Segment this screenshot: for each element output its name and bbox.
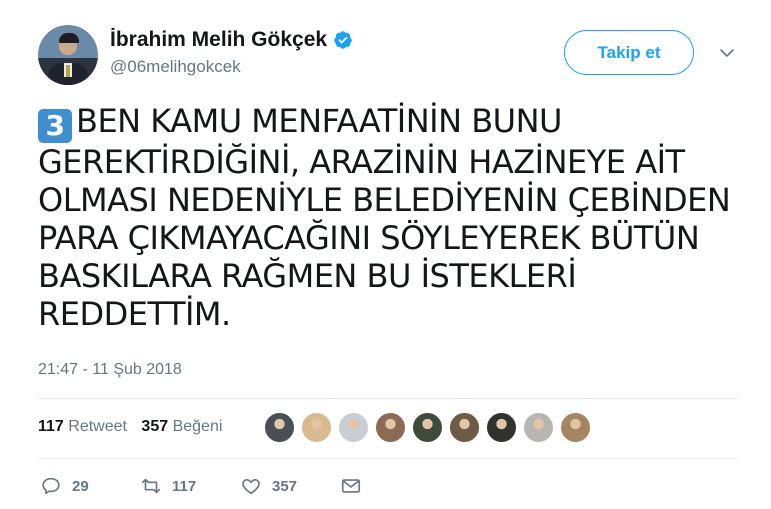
direct-message-action[interactable] bbox=[340, 475, 362, 497]
liker-avatar[interactable] bbox=[560, 412, 591, 443]
tweet-text: 3 BEN KAMU MENFAATİNİN BUNU GEREKTİRDİĞİN… bbox=[38, 102, 738, 333]
heart-icon bbox=[242, 478, 260, 495]
divider-top bbox=[38, 398, 738, 399]
like-stat[interactable]: 357 Beğeni bbox=[141, 418, 222, 435]
liker-avatar[interactable] bbox=[523, 412, 554, 443]
likers-avatars bbox=[264, 412, 591, 443]
liker-avatar[interactable] bbox=[449, 412, 480, 443]
verified-badge-icon bbox=[334, 31, 352, 49]
envelope-icon bbox=[341, 479, 361, 493]
retweet-stat[interactable]: 117 Retweet bbox=[38, 418, 127, 435]
like-stat-label: Beğeni bbox=[172, 418, 223, 435]
author-handle[interactable]: @06melihgokcek bbox=[110, 57, 241, 77]
keycap-emoji: 3 bbox=[38, 109, 72, 143]
retweet-action[interactable]: 117 bbox=[140, 475, 240, 497]
action-bar: 29 117 357 bbox=[40, 475, 362, 497]
liker-avatar[interactable] bbox=[301, 412, 332, 443]
like-count: 357 bbox=[272, 477, 298, 495]
retweet-stat-count: 117 bbox=[38, 418, 64, 435]
avatar-tie bbox=[66, 65, 70, 77]
engagement-stats: 117 Retweet 357 Beğeni bbox=[38, 418, 232, 436]
author-name-row[interactable]: İbrahim Melih Gökçek bbox=[110, 28, 353, 52]
tweet-timestamp[interactable]: 21:47 - 11 Şub 2018 bbox=[38, 361, 182, 379]
liker-avatar[interactable] bbox=[486, 412, 517, 443]
tweet-body: BEN KAMU MENFAATİNİN BUNU GEREKTİRDİĞİNİ… bbox=[38, 102, 731, 333]
author-avatar[interactable] bbox=[38, 25, 98, 85]
chevron-down-icon[interactable] bbox=[718, 44, 736, 62]
liker-avatar[interactable] bbox=[375, 412, 406, 443]
retweet-icon bbox=[141, 478, 161, 494]
liker-avatar[interactable] bbox=[338, 412, 369, 443]
reply-count: 29 bbox=[72, 477, 89, 495]
author-name[interactable]: İbrahim Melih Gökçek bbox=[110, 28, 327, 52]
liker-avatar[interactable] bbox=[264, 412, 295, 443]
retweet-count: 117 bbox=[172, 477, 197, 495]
reply-action[interactable]: 29 bbox=[40, 475, 140, 497]
divider-bottom bbox=[38, 458, 738, 459]
reply-icon bbox=[42, 477, 60, 495]
follow-button[interactable]: Takip et bbox=[564, 30, 694, 75]
liker-avatar[interactable] bbox=[412, 412, 443, 443]
retweet-stat-label: Retweet bbox=[68, 418, 127, 435]
avatar-hair bbox=[59, 33, 79, 43]
like-action[interactable]: 357 bbox=[240, 475, 340, 497]
like-stat-count: 357 bbox=[141, 418, 169, 435]
